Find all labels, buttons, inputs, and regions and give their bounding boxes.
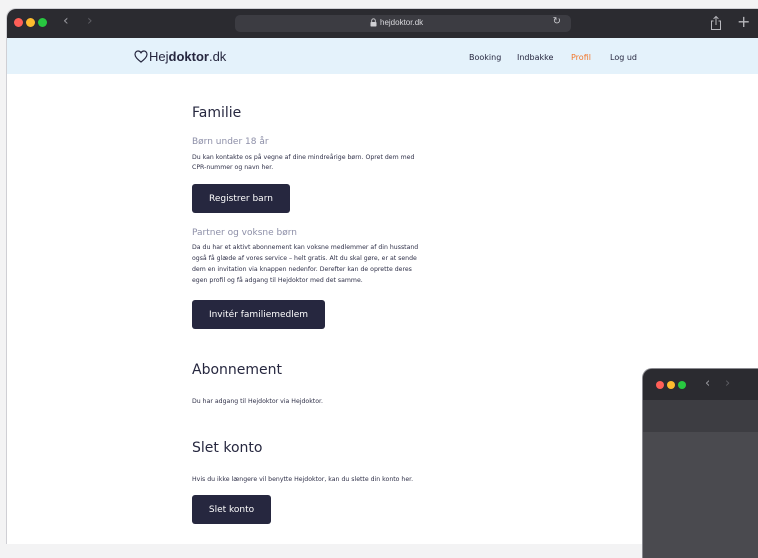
nav-booking[interactable]: Booking — [469, 53, 501, 62]
family-title: Familie — [192, 105, 242, 121]
browser-titlebar: ‹ › hejdoktor.dk ↻ + — [7, 9, 758, 38]
background-window-titlebar: ‹ › — [643, 369, 758, 400]
children-text-line-2: CPR-nummer og navn her. — [192, 164, 274, 171]
close-window-button[interactable] — [14, 18, 23, 27]
subscription-text: Du har adgang til Hejdoktor via Hejdokto… — [192, 398, 323, 405]
logo-bold: doktor — [168, 48, 209, 64]
subscription-title: Abonnement — [192, 362, 283, 378]
chevron-right-icon[interactable]: › — [87, 13, 93, 29]
logo-prefix: Hej — [149, 48, 169, 64]
partner-text-line-4: egen profil og få adgang til Hejdoktor m… — [192, 277, 363, 284]
site-logo[interactable]: Hejdoktor.dk — [134, 47, 226, 65]
nav-inbox[interactable]: Indbakke — [517, 53, 553, 62]
delete-account-button[interactable]: Slet konto — [192, 495, 271, 524]
lock-icon — [370, 18, 377, 27]
partner-heading: Partner og voksne børn — [192, 228, 297, 238]
share-icon[interactable] — [710, 15, 722, 31]
delete-account-text: Hvis du ikke længere vil benytte Hejdokt… — [192, 476, 414, 483]
chevron-right-icon[interactable]: › — [725, 376, 730, 391]
heart-logo-icon — [134, 49, 148, 63]
reload-icon[interactable]: ↻ — [553, 16, 561, 27]
background-browser-window[interactable]: ‹ › — [642, 368, 758, 558]
background-minimize-button[interactable] — [667, 381, 675, 389]
delete-account-title: Slet konto — [192, 440, 263, 456]
children-heading: Børn under 18 år — [192, 137, 269, 147]
maximize-window-button[interactable] — [38, 18, 47, 27]
url-text: hejdoktor.dk — [380, 18, 424, 27]
children-text-line-1: Du kan kontakte os på vegne af dine mind… — [192, 154, 415, 161]
plus-icon[interactable]: + — [737, 12, 750, 31]
partner-text-line-1: Da du har et aktivt abonnement kan voksn… — [192, 244, 419, 251]
site-header: Hejdoktor.dk Booking Indbakke Profil Log… — [7, 38, 758, 74]
invite-family-member-button[interactable]: Invitér familiemedlem — [192, 300, 325, 329]
partner-text-line-3: dem en invitation via knappen nedenfor. … — [192, 266, 412, 273]
partner-text-line-2: også få glæde af vores service – helt gr… — [192, 255, 417, 262]
minimize-window-button[interactable] — [26, 18, 35, 27]
address-bar[interactable]: hejdoktor.dk ↻ — [235, 15, 571, 32]
background-window-toolbar — [643, 400, 758, 432]
background-close-button[interactable] — [656, 381, 664, 389]
logo-suffix: .dk — [208, 48, 227, 64]
logo-text: Hejdoktor.dk — [149, 49, 226, 64]
chevron-left-icon[interactable]: ‹ — [63, 13, 69, 29]
chevron-left-icon[interactable]: ‹ — [705, 376, 710, 391]
nav-profile[interactable]: Profil — [571, 53, 591, 62]
background-maximize-button[interactable] — [678, 381, 686, 389]
nav-logout[interactable]: Log ud — [610, 53, 637, 62]
register-child-button[interactable]: Registrer barn — [192, 184, 290, 213]
